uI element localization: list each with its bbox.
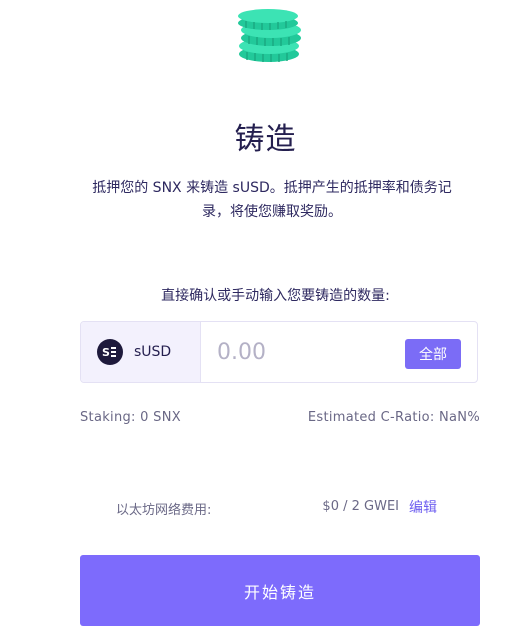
max-button[interactable]: 全部: [405, 339, 461, 369]
susd-icon: S: [97, 339, 123, 365]
amount-instruction: 直接确认或手动输入您要铸造的数量:: [161, 288, 390, 304]
coins-icon: [236, 8, 304, 72]
svg-text:S: S: [102, 346, 110, 359]
amount-input-group: S sUSD 全部: [80, 321, 478, 383]
c-ratio-stat: Estimated C-Ratio: NaN%: [307, 410, 480, 425]
currency-label: sUSD: [134, 344, 172, 360]
start-mint-button[interactable]: 开始铸造: [80, 555, 480, 626]
page-description: 抵押您的 SNX 来铸造 sUSD。抵押产生的抵押率和债务记录，将使您赚取奖励。: [92, 180, 452, 220]
edit-gas-link[interactable]: 编辑: [409, 497, 437, 517]
currency-selector[interactable]: S sUSD: [81, 322, 201, 382]
page-title: 铸造: [234, 122, 297, 157]
staking-stat: Staking: 0 SNX: [80, 410, 181, 425]
gas-fee-value: $0 / 2 GWEI: [322, 499, 399, 514]
gas-fee-label: 以太坊网络费用:: [116, 503, 212, 518]
